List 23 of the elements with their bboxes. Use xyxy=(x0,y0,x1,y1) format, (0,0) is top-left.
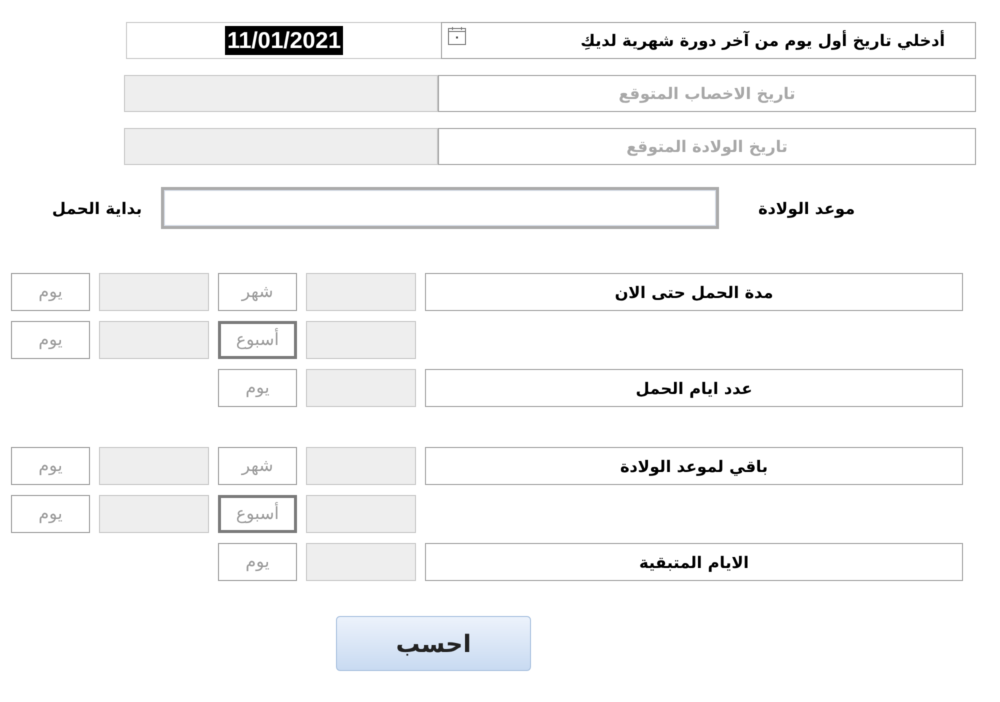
unit-label: يوم xyxy=(11,447,90,485)
unit-label: شهر xyxy=(218,447,297,485)
unit-label: أسبوع xyxy=(218,321,297,359)
calculate-button[interactable]: احسب xyxy=(336,616,531,671)
field-label: موعد الولادة xyxy=(758,198,855,218)
field-label: تاريخ الاخصاب المتوقع xyxy=(438,75,976,112)
field-label: عدد ايام الحمل xyxy=(425,369,963,407)
field-label: الايام المتبقية xyxy=(425,543,963,581)
unit-label: يوم xyxy=(11,321,90,359)
unit-label: يوم xyxy=(218,543,297,581)
unit-label: يوم xyxy=(11,273,90,311)
field-label: أدخلي تاريخ أول يوم من آخر دورة شهرية لديكِ xyxy=(580,31,945,50)
unit-label: يوم xyxy=(218,369,297,407)
field-label: بداية الحمل xyxy=(52,198,142,218)
date-input[interactable]: 11/01/2021 xyxy=(126,22,441,59)
field-label: تاريخ الولادة المتوقع xyxy=(438,128,976,165)
unit-label: شهر xyxy=(218,273,297,311)
unit-label: يوم xyxy=(11,495,90,533)
field-label: مدة الحمل حتى الان xyxy=(425,273,963,311)
due-date-input[interactable] xyxy=(161,187,719,229)
field-label: باقي لموعد الولادة xyxy=(425,447,963,485)
unit-label: أسبوع xyxy=(218,495,297,533)
calendar-icon[interactable] xyxy=(448,26,466,44)
